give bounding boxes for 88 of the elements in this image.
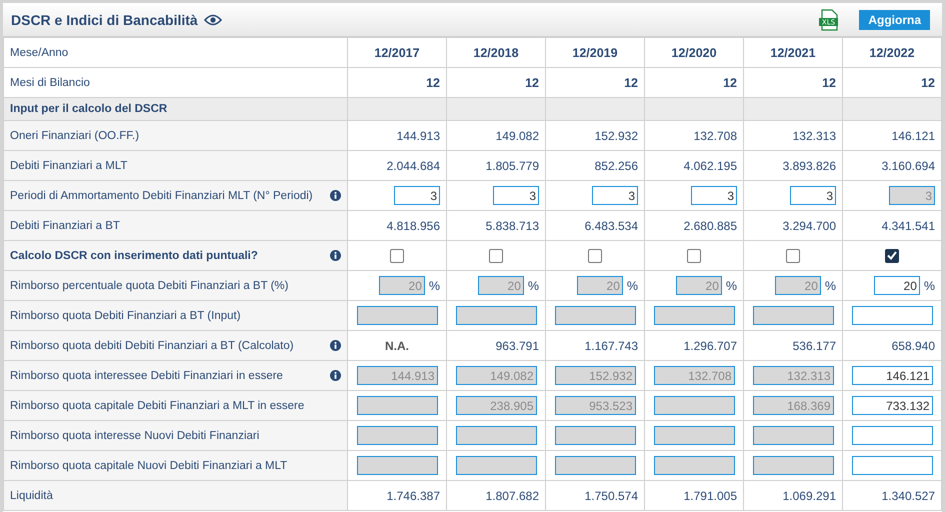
table-cell: 6.483.534 <box>584 218 638 232</box>
table-cell: 12 <box>426 76 440 90</box>
year-header: 12/2022 <box>869 46 915 60</box>
row-label: Rimborso quota Debiti Finanziari a BT (Input) <box>10 310 241 322</box>
unit-label: % <box>824 278 836 292</box>
table-cell: 132.708 <box>694 128 737 142</box>
input-field[interactable] <box>852 456 932 475</box>
checkbox[interactable] <box>885 248 899 263</box>
row-label: Rimborso quota interessee Debiti Finanziari in essere <box>10 370 283 382</box>
input-field[interactable]: 3 <box>592 186 638 205</box>
table-cell: 12 <box>525 76 539 90</box>
row-label: Rimborso quota capitale Debiti Finanziari a MLT in essere <box>10 400 304 412</box>
table-cell: 2.680.885 <box>684 218 737 232</box>
table-cell: 1.746.387 <box>386 488 440 502</box>
table-cell: 12 <box>921 76 935 90</box>
checkbox[interactable] <box>588 248 602 263</box>
year-header: 12/2017 <box>374 46 420 60</box>
table-cell: 1.340.527 <box>882 488 935 502</box>
table-cell: 149.082 <box>496 128 539 142</box>
year-header: 12/2019 <box>572 46 618 60</box>
table-cell: 146.121 <box>892 128 935 142</box>
table-cell: 852.256 <box>594 158 638 172</box>
info-icon[interactable] <box>330 340 341 351</box>
row-label: Rimborso quota interesse Nuovi Debiti Finanziari <box>10 430 260 442</box>
row-label: Oneri Finanziari (OO.FF.) <box>10 130 140 142</box>
table-cell: 4.818.956 <box>386 218 440 232</box>
table-cell: 1.805.779 <box>486 158 539 172</box>
info-icon[interactable] <box>330 250 341 261</box>
refresh-button[interactable]: Aggiorna <box>859 10 930 30</box>
table-cell: 152.932 <box>594 128 638 142</box>
row-label: Debiti Finanziari a BT <box>10 220 120 232</box>
unit-label: % <box>726 278 737 292</box>
year-header: 12/2021 <box>770 46 816 60</box>
table-cell: N.A. <box>385 338 409 352</box>
row-label: Rimborso percentuale quota Debiti Finanziari a BT (%) <box>10 280 288 292</box>
info-icon[interactable] <box>330 370 341 381</box>
table-cell: 1.791.005 <box>684 488 737 502</box>
table-cell: 4.341.541 <box>882 218 935 232</box>
table-cell: 5.838.713 <box>486 218 539 232</box>
table-cell: 1.069.291 <box>782 488 836 502</box>
input-field[interactable]: 20 <box>874 276 920 295</box>
checkbox[interactable] <box>687 248 701 263</box>
table-cell: 536.177 <box>792 338 836 352</box>
row-label: Debiti Finanziari a MLT <box>10 160 128 172</box>
input-field[interactable]: 3 <box>691 186 737 205</box>
table-cell: 12 <box>624 76 638 90</box>
table-cell: 4.062.195 <box>684 158 737 172</box>
table-cell: 1.807.682 <box>486 488 539 502</box>
table-cell: 1.296.707 <box>684 338 737 352</box>
table-cell: 3.294.700 <box>782 218 836 232</box>
input-field[interactable] <box>852 426 932 445</box>
year-header: 12/2020 <box>671 46 717 60</box>
checkbox[interactable] <box>489 248 503 263</box>
input-field[interactable] <box>852 306 932 325</box>
row-label: Calcolo DSCR con inserimento dati puntuali? <box>10 250 258 262</box>
row-label: Mese/Anno <box>10 46 68 58</box>
table-cell: 144.913 <box>396 128 440 142</box>
row-label: Rimborso quota debiti Debiti Finanziari a BT (Calcolato) <box>10 340 294 352</box>
input-field[interactable]: 3 <box>790 186 836 205</box>
unit-label: % <box>428 278 440 292</box>
table-cell: 658.940 <box>892 338 935 352</box>
table-cell: 2.044.684 <box>386 158 440 172</box>
unit-label: % <box>626 278 638 292</box>
table-cell: 3.160.694 <box>882 158 935 172</box>
table-cell: 132.313 <box>792 128 836 142</box>
panel-title: DSCR e Indici di Bancabilità <box>11 12 198 28</box>
unit-label: % <box>528 278 539 292</box>
row-label: Rimborso quota capitale Nuovi Debiti Finanziari a MLT <box>10 460 288 472</box>
row-label: Mesi di Bilancio <box>10 76 90 88</box>
checkbox[interactable] <box>390 248 404 263</box>
input-field[interactable]: 3 <box>493 186 539 205</box>
table-cell: 12 <box>723 76 737 90</box>
table-cell: 12 <box>822 76 836 90</box>
table-cell: 1.167.743 <box>584 338 638 352</box>
eye-icon[interactable] <box>204 14 222 26</box>
unit-label: % <box>924 278 935 292</box>
year-header: 12/2018 <box>473 46 519 60</box>
input-field[interactable]: 146.121 <box>852 366 932 385</box>
row-label: Liquidità <box>10 490 53 502</box>
checkbox[interactable] <box>786 248 800 263</box>
table-cell: 1.750.574 <box>584 488 638 502</box>
input-field[interactable]: 3 <box>394 186 440 205</box>
row-label: Input per il calcolo del DSCR <box>10 103 168 115</box>
table-cell: 963.791 <box>496 338 539 352</box>
info-icon[interactable] <box>330 190 341 201</box>
table-cell: 3.893.826 <box>782 158 836 172</box>
row-label: Periodi di Ammortamento Debiti Finanziari MLT (N° Periodi) <box>10 190 313 202</box>
input-field[interactable]: 733.132 <box>852 396 932 415</box>
